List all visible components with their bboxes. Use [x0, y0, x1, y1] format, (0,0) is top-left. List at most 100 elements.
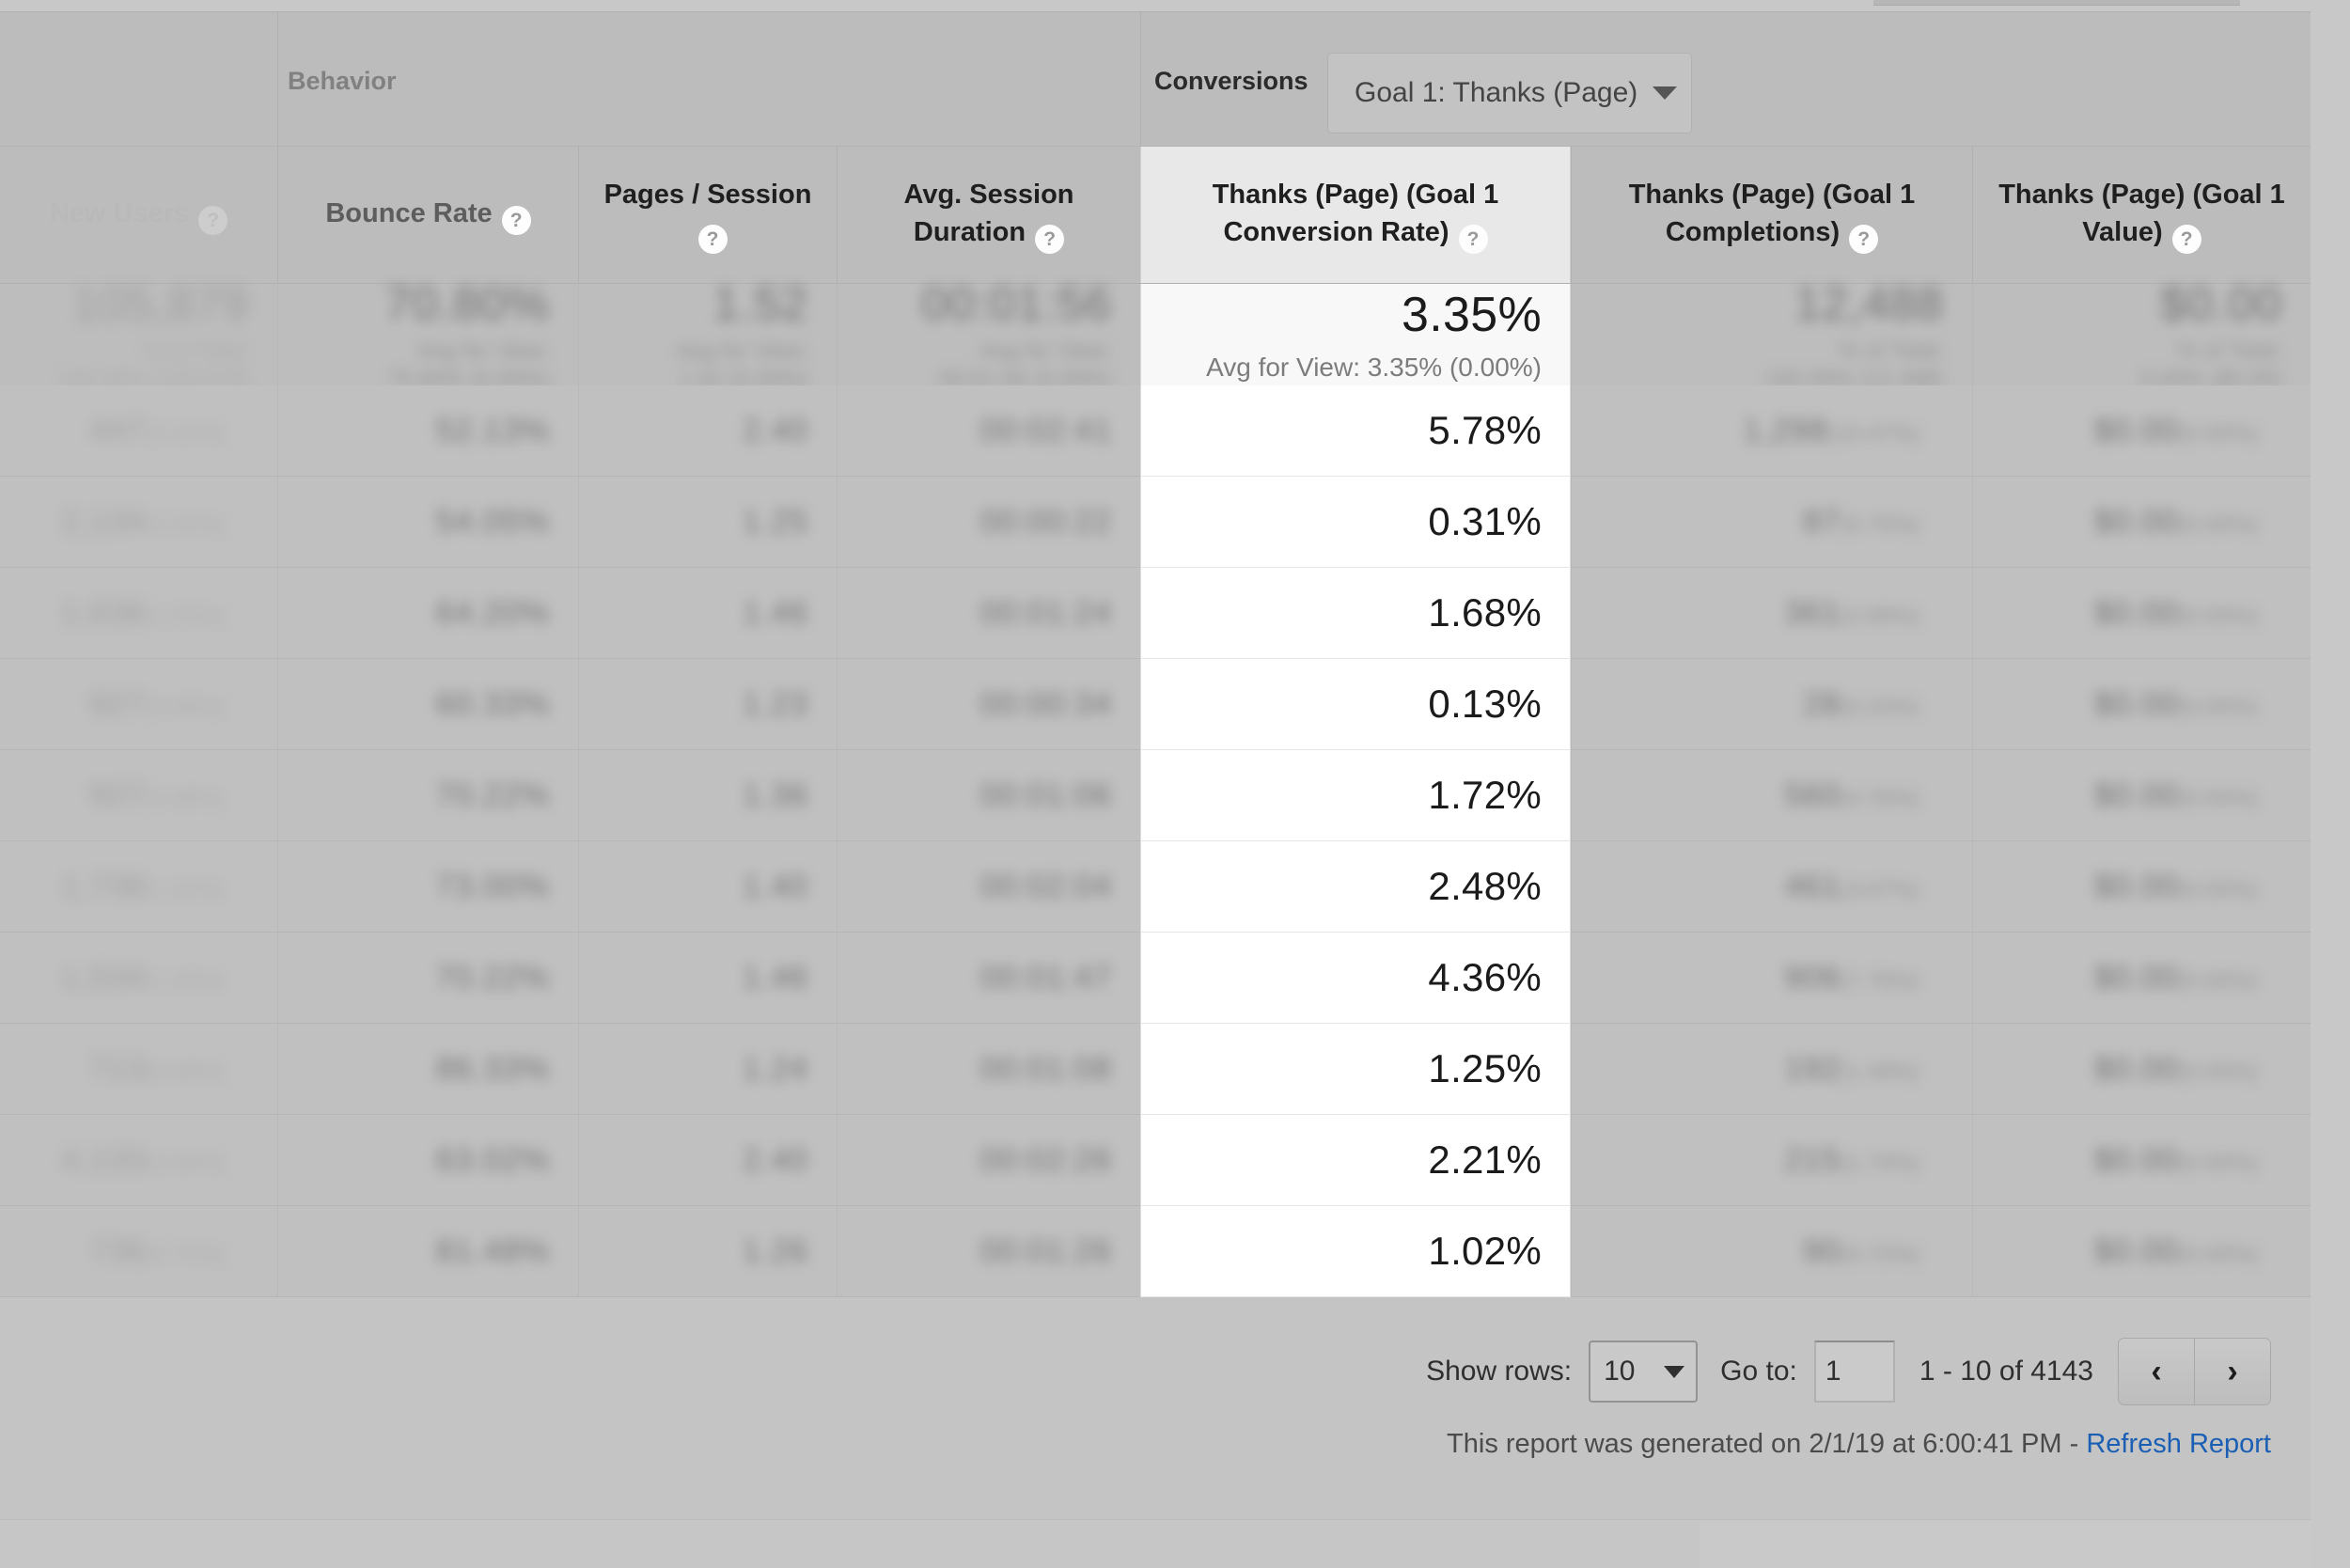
cell-subvalue: (0.00%)	[2178, 967, 2258, 994]
cell-value: 00:02:41	[979, 412, 1112, 448]
cell-subvalue: (7.76%)	[1840, 967, 1919, 994]
table-row: 447 (0.42%) 52.13% 2.40 00:02:41 5.78% 1,298 (1…	[0, 385, 2311, 477]
cell-goal-value: $0.00 (0.00%)	[1972, 933, 2311, 1024]
column-header-bounce-rate[interactable]: Bounce Rate?	[277, 147, 578, 283]
cell-value: 0.13%	[1428, 682, 1542, 726]
cell-bounce-rate: 81.48%	[277, 1206, 578, 1297]
column-header-avg-session-duration[interactable]: Avg. Session Duration?	[837, 147, 1140, 283]
cell-goal-conversion-rate: 2.21%	[1140, 1115, 1571, 1206]
cell-avg-session-duration: 00:00:34	[837, 659, 1140, 750]
cell-bounce-rate: 54.05%	[277, 477, 578, 568]
cell-subvalue: (0.00%)	[2178, 511, 2258, 538]
cell-goal-conversion-rate: 1.25%	[1140, 1024, 1571, 1115]
cell-value: 54.05%	[435, 503, 550, 540]
cell-goal-conversion-rate: 1.72%	[1140, 750, 1571, 841]
cell-value: 2.40	[742, 1141, 808, 1178]
cell-bounce-rate: 60.33%	[277, 659, 578, 750]
pagination-buttons: ‹ ›	[2118, 1338, 2271, 1405]
cell-value: 927	[89, 776, 146, 813]
summary-value: 1.52	[713, 277, 808, 330]
summary-cell-goal-completions: 12,488 % of Total: 100.00% (12,488)	[1571, 277, 1972, 392]
cell-subvalue: (0.00%)	[2178, 1058, 2258, 1085]
help-icon[interactable]: ?	[697, 225, 728, 254]
go-to-label: Go to:	[1720, 1356, 1797, 1387]
go-to-page-input[interactable]	[1813, 1341, 1895, 1403]
cell-value: 560	[1784, 776, 1841, 813]
cell-value: 86.33%	[435, 1050, 550, 1087]
cell-value: 2.21%	[1428, 1137, 1542, 1182]
cell-goal-completions: 28 (0.22%)	[1571, 659, 1972, 750]
help-icon[interactable]: ?	[2171, 225, 2201, 254]
cell-new-users: 2,134 (2.02%)	[0, 477, 277, 568]
table-row: 736 (0.70%) 81.48% 1.26 00:01:26 1.02% 90 (0.72…	[0, 1206, 2311, 1297]
goal-selector-value: Goal 1: Thanks (Page)	[1355, 77, 1638, 108]
cell-bounce-rate: 73.00%	[277, 841, 578, 933]
footer-lower-panel	[1700, 1520, 2311, 1568]
cell-value: $0.00	[2093, 503, 2179, 540]
help-icon[interactable]: ?	[501, 206, 531, 235]
cell-pages-session: 1.40	[578, 841, 837, 933]
cell-value: $0.00	[2093, 685, 2179, 722]
cell-subvalue: (1.55%)	[145, 603, 225, 629]
column-header-pages-session[interactable]: Pages / Session?	[578, 147, 837, 283]
cell-value: 00:01:08	[979, 1050, 1112, 1087]
cell-subvalue: (0.00%)	[2178, 1241, 2258, 1267]
cell-new-users: 447 (0.42%)	[0, 385, 277, 477]
cell-goal-conversion-rate: 2.48%	[1140, 841, 1571, 933]
cell-value: 87	[1803, 503, 1841, 540]
cell-value: $0.00	[2093, 959, 2179, 996]
cell-subvalue: (0.00%)	[2178, 1150, 2258, 1176]
help-icon[interactable]: ?	[1849, 225, 1879, 254]
column-header-goal-completions[interactable]: Thanks (Page) (Goal 1 Completions)?	[1571, 147, 1972, 283]
column-header-goal-value[interactable]: Thanks (Page) (Goal 1 Value)?	[1972, 147, 2311, 283]
cell-goal-conversion-rate: 0.31%	[1140, 477, 1571, 568]
cell-new-users: 4,133 (3.90%)	[0, 1115, 277, 1206]
cell-pages-session: 1.26	[578, 1206, 837, 1297]
cell-value: 64.20%	[435, 594, 550, 631]
cell-value: 28	[1803, 685, 1841, 722]
cell-goal-completions: 90 (0.72%)	[1571, 1206, 1972, 1297]
cell-value: 927	[89, 685, 146, 722]
column-header-label: Thanks (Page) (Goal 1 Value)	[1998, 179, 2285, 247]
column-header-new-users[interactable]: New Users?	[0, 147, 277, 283]
summary-cell-goal-value: $0.00 % of Total: 0.00% ($0.00)	[1972, 277, 2311, 392]
cell-value: 736	[89, 1232, 146, 1269]
cell-value: 192	[1784, 1050, 1841, 1087]
column-header-goal-conversion-rate[interactable]: Thanks (Page) (Goal 1 Conversion Rate)?	[1140, 147, 1571, 283]
next-page-button[interactable]: ›	[2194, 1339, 2270, 1404]
help-icon[interactable]: ?	[1458, 225, 1488, 254]
cell-goal-completions: 192 (1.49%)	[1571, 1024, 1972, 1115]
cell-goal-conversion-rate: 1.68%	[1140, 568, 1571, 659]
cell-pages-session: 1.46	[578, 933, 837, 1024]
previous-page-button[interactable]: ‹	[2119, 1339, 2194, 1404]
cell-avg-session-duration: 00:01:24	[837, 568, 1140, 659]
rows-per-page-select[interactable]: 10	[1589, 1341, 1699, 1403]
cell-new-users: 736 (0.70%)	[0, 1206, 277, 1297]
column-header-label: Pages / Session	[603, 179, 812, 210]
cell-value: $0.00	[2093, 776, 2179, 813]
cell-subvalue: (0.22%)	[1840, 694, 1919, 720]
cell-value: 0.31%	[1428, 499, 1542, 543]
cell-subvalue: (0.00%)	[2178, 694, 2258, 720]
cell-avg-session-duration: 00:00:22	[837, 477, 1140, 568]
table-body: 105,879 % of Total: 100.00% (105,879) 70…	[0, 277, 2311, 1297]
goal-selector-dropdown[interactable]: Goal 1: Thanks (Page)	[1327, 53, 1692, 133]
help-icon[interactable]: ?	[1035, 225, 1065, 254]
cell-value: 1,298	[1743, 412, 1828, 448]
cell-value: 00:00:22	[979, 503, 1112, 540]
refresh-report-link[interactable]: Refresh Report	[2086, 1429, 2271, 1459]
help-icon[interactable]: ?	[198, 206, 228, 235]
cell-avg-session-duration: 00:02:04	[837, 841, 1140, 933]
cell-subvalue: (0.68%)	[145, 1058, 225, 1085]
cell-goal-conversion-rate: 1.02%	[1140, 1206, 1571, 1297]
cell-goal-value: $0.00 (0.00%)	[1972, 1115, 2311, 1206]
chevron-down-icon	[1664, 1365, 1685, 1378]
cell-goal-value: $0.00 (0.00%)	[1972, 1206, 2311, 1297]
cell-subvalue: (1.45%)	[145, 967, 225, 994]
cell-goal-value: $0.00 (0.00%)	[1972, 750, 2311, 841]
cell-value: $0.00	[2093, 1050, 2179, 1087]
cell-value: 1.46	[742, 594, 808, 631]
cell-subvalue: (0.42%)	[145, 420, 225, 447]
table-row: 713 (0.68%) 86.33% 1.24 00:01:08 1.25% 192 (1.4…	[0, 1024, 2311, 1115]
cell-goal-value: $0.00 (0.00%)	[1972, 568, 2311, 659]
